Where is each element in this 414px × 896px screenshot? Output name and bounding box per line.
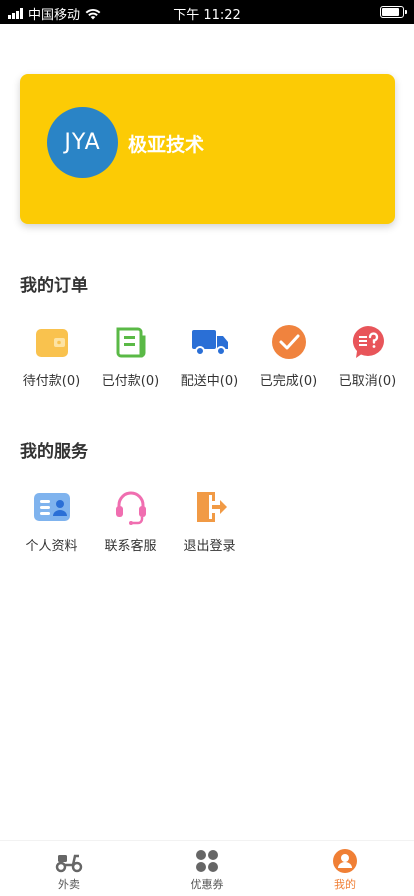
- orders-section-title: 我的订单: [20, 276, 88, 296]
- tab-coupons[interactable]: 优惠券: [138, 841, 276, 896]
- tab-bar: 外卖 优惠券 我的: [0, 840, 414, 896]
- service-profile-label: 个人资料: [25, 539, 78, 554]
- services-grid: 个人资料 联系客服 退出登录: [12, 487, 249, 554]
- order-cancelled[interactable]: 已取消(0): [328, 322, 407, 389]
- service-logout[interactable]: 退出登录: [170, 487, 249, 554]
- truck-icon: [190, 322, 230, 362]
- services-section-title: 我的服务: [20, 442, 88, 462]
- headset-icon: [111, 487, 151, 527]
- scooter-icon: [55, 854, 83, 873]
- service-logout-label: 退出登录: [183, 539, 236, 554]
- order-cancelled-label: 已取消(0): [338, 374, 397, 389]
- status-bar: 中国移动 下午 11:22: [0, 0, 414, 24]
- tab-coupons-label: 优惠券: [190, 878, 224, 891]
- service-customer-support-label: 联系客服: [104, 539, 157, 554]
- order-completed-label: 已完成(0): [259, 374, 318, 389]
- order-paid-label: 已付款(0): [101, 374, 160, 389]
- battery-icon: [380, 6, 407, 18]
- profile-name: 极亚技术: [128, 134, 205, 156]
- tab-mine[interactable]: 我的: [276, 841, 414, 896]
- receipt-icon: [111, 322, 151, 362]
- tab-mine-label: 我的: [334, 878, 356, 891]
- avatar: JYA: [47, 107, 118, 178]
- tab-takeout[interactable]: 外卖: [0, 841, 138, 896]
- order-delivering-label: 配送中(0): [180, 374, 239, 389]
- clock: 下午 11:22: [173, 8, 241, 23]
- order-delivering[interactable]: 配送中(0): [170, 322, 249, 389]
- check-icon: [269, 322, 309, 362]
- order-pending-payment[interactable]: 待付款(0): [12, 322, 91, 389]
- cancel-bubble-icon: [348, 322, 388, 362]
- person-icon: [333, 849, 357, 873]
- orders-grid: 待付款(0) 已付款(0) 配送中(0) 已完成(0) 已取消(0): [12, 322, 407, 389]
- service-customer-support[interactable]: 联系客服: [91, 487, 170, 554]
- order-paid[interactable]: 已付款(0): [91, 322, 170, 389]
- id-card-icon: [32, 487, 72, 527]
- order-pending-payment-label: 待付款(0): [22, 374, 81, 389]
- profile-card[interactable]: JYA 极亚技术: [20, 74, 395, 224]
- wallet-icon: [32, 322, 72, 362]
- tab-takeout-label: 外卖: [58, 878, 80, 891]
- logout-door-icon: [190, 487, 230, 527]
- order-completed[interactable]: 已完成(0): [249, 322, 328, 389]
- service-profile[interactable]: 个人资料: [12, 487, 91, 554]
- grid-dots-icon: [196, 850, 218, 872]
